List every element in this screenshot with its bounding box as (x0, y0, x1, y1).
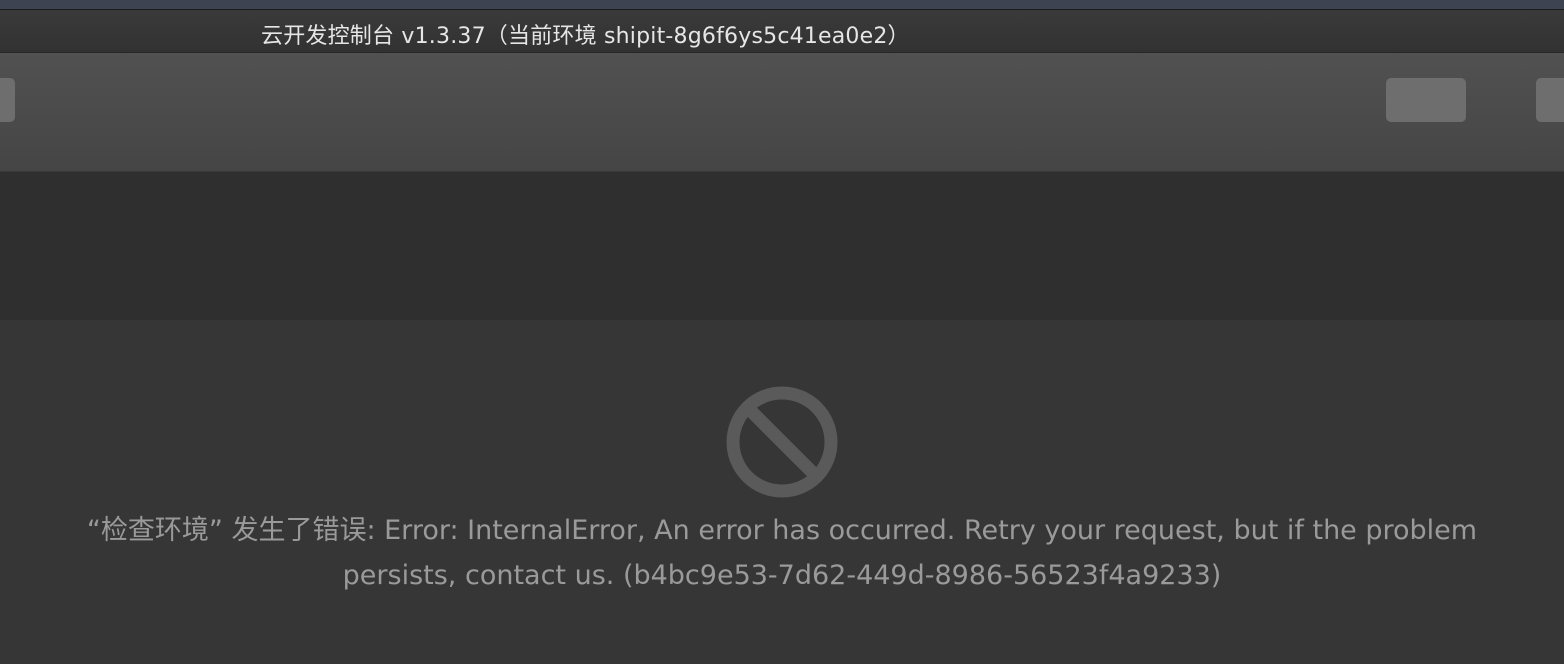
error-message-line-1: “检查环境” 发生了错误: Error: InternalError, An e… (86, 515, 1478, 546)
toolbar-right-button[interactable] (1386, 78, 1466, 122)
error-message-line-2: persists, contact us. (b4bc9e53-7d62-449… (342, 560, 1222, 591)
toolbar (0, 53, 1564, 172)
console-window: 云开发控制台 v1.3.37（当前环境 shipit-8g6f6ys5c41ea… (0, 0, 1564, 664)
title-bar: 云开发控制台 v1.3.37（当前环境 shipit-8g6f6ys5c41ea… (0, 10, 1564, 53)
prohibited-icon (726, 386, 838, 498)
window-top-edge (0, 0, 1564, 10)
error-message: “检查环境” 发生了错误: Error: InternalError, An e… (40, 508, 1524, 598)
toolbar-left-button[interactable] (0, 78, 15, 122)
toolbar-far-right-button[interactable] (1536, 78, 1564, 122)
window-title: 云开发控制台 v1.3.37（当前环境 shipit-8g6f6ys5c41ea… (261, 24, 910, 49)
header-band (0, 172, 1564, 320)
error-panel: “检查环境” 发生了错误: Error: InternalError, An e… (0, 320, 1564, 664)
